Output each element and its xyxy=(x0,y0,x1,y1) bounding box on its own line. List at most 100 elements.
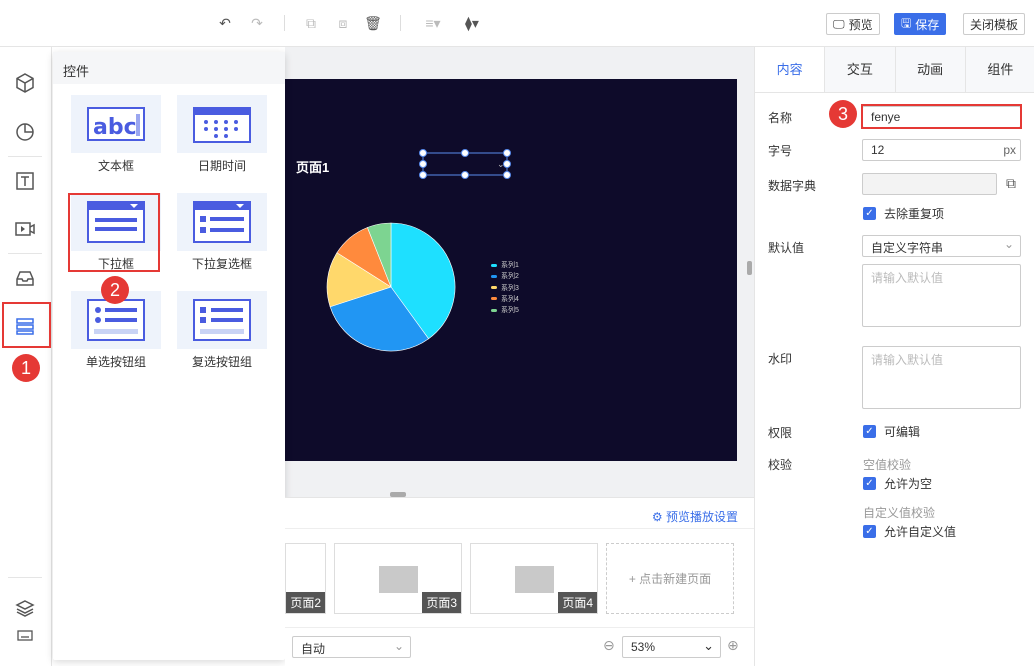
layer-icon[interactable]: ⧫▾ xyxy=(460,14,484,32)
legend-dot-icon xyxy=(491,297,497,301)
page-thumb-label: 页面2 xyxy=(286,592,325,613)
tab-component[interactable]: 组件 xyxy=(964,47,1034,92)
delete-icon[interactable]: 🗑 xyxy=(364,14,382,32)
control-textbox[interactable]: abc 文本框 xyxy=(69,95,163,174)
gear-icon: ⚙ xyxy=(651,510,663,524)
check-icon: ✓ xyxy=(863,477,876,490)
cube-icon[interactable] xyxy=(13,71,37,95)
textbox-icon: abc xyxy=(87,107,145,141)
divider xyxy=(8,156,42,157)
fontsize-label: 字号 xyxy=(768,144,793,158)
check-icon: ✓ xyxy=(863,525,876,538)
editable-label: 可编辑 xyxy=(884,425,921,439)
control-dropdown-checkbox[interactable]: 下拉复选框 xyxy=(175,193,269,272)
top-toolbar: ↶ ↷ ⧉ ⧈ 🗑 ≡▾ ⧫▾ 🖵 预览 🖫 保存 关闭模板 xyxy=(0,0,1034,47)
control-label: 文本框 xyxy=(97,159,134,173)
divider xyxy=(285,528,754,529)
redo-icon[interactable]: ↷ xyxy=(248,14,266,32)
legend-dot-icon xyxy=(491,308,497,312)
dict-field[interactable] xyxy=(862,173,997,195)
monitor-icon: 🖵 xyxy=(833,16,845,31)
watermark-textarea[interactable]: 请输入默认值 xyxy=(862,346,1021,409)
legend-dot-icon xyxy=(491,263,497,267)
chevron-down-icon: ⌄ xyxy=(393,639,404,653)
undo-icon[interactable]: ↶ xyxy=(216,14,234,32)
legend-label: 系列2 xyxy=(501,273,519,281)
control-label: 下拉复选框 xyxy=(191,257,252,271)
dict-label: 数据字典 xyxy=(768,179,817,193)
save-button[interactable]: 🖫 保存 xyxy=(894,13,947,35)
divider xyxy=(285,627,754,628)
zoom-in-icon[interactable]: ⊕ xyxy=(727,637,739,654)
video-icon[interactable] xyxy=(13,217,37,241)
legend-item: 系列2 xyxy=(491,271,519,281)
zoom-value: 53% xyxy=(631,640,656,654)
close-template-button[interactable]: 关闭模板 xyxy=(963,13,1026,35)
layers-icon[interactable] xyxy=(13,596,37,620)
divider xyxy=(8,253,42,254)
divider xyxy=(400,15,401,31)
page-thumb-4[interactable]: 页面4 xyxy=(470,543,598,614)
dedupe-checkbox[interactable]: ✓ 去除重复项 xyxy=(863,205,944,222)
svg-text:abc: abc xyxy=(93,115,137,140)
calendar-icon xyxy=(193,107,251,143)
page-placeholder xyxy=(515,566,554,593)
default-value-textarea[interactable]: 请输入默认值 xyxy=(862,264,1021,327)
tab-interaction[interactable]: 交互 xyxy=(824,47,894,92)
legend-dot-icon xyxy=(491,286,497,290)
default-type-select[interactable]: 自定义字符串 ⌄ xyxy=(862,235,1021,257)
horizontal-scrollbar[interactable] xyxy=(390,492,406,497)
zoom-out-icon[interactable]: ⊖ xyxy=(603,637,615,654)
copy-icon[interactable]: ⧉ xyxy=(302,14,320,32)
page-thumb-2[interactable]: 页面2 xyxy=(285,543,326,614)
preview-button[interactable]: 🖵 预览 xyxy=(826,13,880,35)
control-datetime[interactable]: 日期时间 xyxy=(175,95,269,174)
tab-animation[interactable]: 动画 xyxy=(894,47,965,92)
control-label: 日期时间 xyxy=(197,159,246,173)
auto-select[interactable]: 自动 ⌄ xyxy=(292,636,411,658)
properties-tabs: 内容 交互 动画 组件 xyxy=(755,47,1034,93)
control-checkbox-group[interactable]: 复选按钮组 xyxy=(175,291,269,370)
permission-label: 权限 xyxy=(768,426,793,440)
preview-label: 预览 xyxy=(848,17,873,32)
properties-panel: 内容 交互 动画 组件 名称 fenye 字号 12 px 数据字典 ⧉ ✓ 去… xyxy=(754,47,1034,666)
tab-content[interactable]: 内容 xyxy=(755,47,825,92)
copy-icon[interactable]: ⧉ xyxy=(1006,175,1016,192)
legend-label: 系列3 xyxy=(501,284,519,292)
page-placeholder xyxy=(379,566,418,593)
inbox-icon[interactable] xyxy=(13,266,37,290)
editable-checkbox[interactable]: ✓ 可编辑 xyxy=(863,423,920,440)
allow-null-checkbox[interactable]: ✓ 允许为空 xyxy=(863,475,932,492)
allow-null-label: 允许为空 xyxy=(884,477,933,491)
text-icon[interactable] xyxy=(13,169,37,193)
chevron-down-icon: ⌄ xyxy=(1003,237,1014,251)
checkbox-group-icon xyxy=(193,299,251,341)
keyboard-icon[interactable] xyxy=(13,623,37,647)
highlight-box xyxy=(68,193,160,272)
highlight-box xyxy=(2,302,51,348)
paste-icon[interactable]: ⧈ xyxy=(334,14,352,32)
pie-chart-icon[interactable] xyxy=(13,120,37,144)
step-badge: 2 xyxy=(101,276,129,304)
pie-chart[interactable] xyxy=(323,219,459,355)
page-thumb-3[interactable]: 页面3 xyxy=(334,543,462,614)
legend-item: 系列5 xyxy=(491,305,519,315)
controls-panel: 控件 abc 文本框 日期时间 下拉框 下拉复选框 单选按钮组 复选按钮组 xyxy=(53,52,285,660)
dropdown-widget[interactable]: ⌄ xyxy=(417,147,513,181)
divider xyxy=(8,577,42,578)
check-icon: ✓ xyxy=(863,207,876,220)
design-canvas[interactable]: 页面1 ⌄ 系列1 系列2 系列3 系列4 系列5 xyxy=(285,79,737,461)
save-icon: 🖫 xyxy=(901,15,912,30)
name-label: 名称 xyxy=(768,111,793,125)
fontsize-value: 12 xyxy=(871,143,885,157)
zoom-select[interactable]: 53% ⌄ xyxy=(622,636,721,658)
vertical-scrollbar[interactable] xyxy=(747,261,752,275)
align-icon[interactable]: ≡▾ xyxy=(422,14,444,32)
legend-item: 系列3 xyxy=(491,283,519,293)
allow-custom-checkbox[interactable]: ✓ 允许自定义值 xyxy=(863,523,956,540)
fontsize-field[interactable]: 12 px xyxy=(862,139,1021,161)
preview-settings-link[interactable]: ⚙ 预览播放设置 xyxy=(652,508,738,525)
chevron-down-icon: ⌄ xyxy=(703,638,714,653)
new-page-button[interactable]: + 点击新建页面 xyxy=(606,543,734,614)
default-type-value: 自定义字符串 xyxy=(871,241,944,255)
